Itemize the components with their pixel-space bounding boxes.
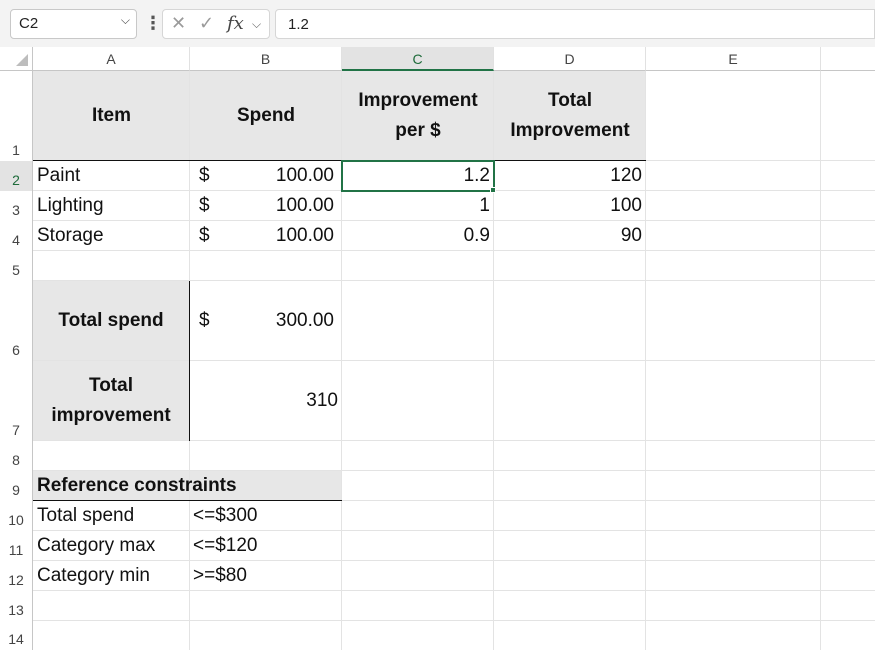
- spend-paint[interactable]: 100.00: [190, 165, 334, 187]
- total-storage[interactable]: 90: [494, 225, 642, 247]
- more-options-icon[interactable]: ⋮: [144, 13, 162, 34]
- selected-cell-outline[interactable]: [341, 160, 495, 192]
- select-all-corner[interactable]: [0, 47, 33, 71]
- improvement-per-storage[interactable]: 0.9: [342, 225, 490, 247]
- row-header-12[interactable]: 12: [0, 561, 33, 591]
- constraint-value[interactable]: >=$80: [193, 565, 247, 587]
- constraints-title[interactable]: Reference constraints: [37, 475, 237, 497]
- name-box[interactable]: C2 ⌵: [10, 9, 137, 39]
- fill-handle[interactable]: [490, 187, 496, 193]
- gridline: [33, 560, 875, 561]
- header-item[interactable]: Item: [33, 71, 190, 161]
- constraint-value[interactable]: <=$120: [193, 535, 257, 557]
- summary-border: [189, 281, 190, 441]
- spend-lighting[interactable]: 100.00: [190, 195, 334, 217]
- row-header-3[interactable]: 3: [0, 191, 33, 221]
- chevron-down-icon[interactable]: ⌵: [121, 13, 130, 28]
- row-header-13[interactable]: 13: [0, 591, 33, 621]
- function-icon[interactable]: fx: [227, 13, 244, 34]
- formula-buttons: ✕ ✓ fx ⌵: [162, 9, 270, 39]
- gridline: [33, 470, 875, 471]
- row-header-7[interactable]: 7: [0, 361, 33, 441]
- row-header-14[interactable]: 14: [0, 621, 33, 650]
- row-header-8[interactable]: 8: [0, 441, 33, 471]
- column-header-e[interactable]: E: [646, 47, 821, 71]
- row-header-6[interactable]: 6: [0, 281, 33, 361]
- header-total-improvement[interactable]: Total Improvement: [497, 71, 643, 161]
- chevron-down-icon[interactable]: ⌵: [252, 17, 261, 32]
- gridline: [33, 530, 875, 531]
- row-header-1[interactable]: 1: [0, 71, 33, 161]
- column-header-b[interactable]: B: [190, 47, 342, 71]
- constraint-label[interactable]: Total spend: [37, 505, 134, 527]
- column-header-a[interactable]: A: [33, 47, 190, 71]
- header-improvement-per[interactable]: Improvement per $: [345, 71, 491, 161]
- total-lighting[interactable]: 100: [494, 195, 642, 217]
- constraints-border: [33, 500, 342, 501]
- row-header-10[interactable]: 10: [0, 501, 33, 531]
- item-name-paint[interactable]: Paint: [37, 165, 80, 187]
- gridline: [33, 620, 875, 621]
- gridline: [33, 590, 875, 591]
- row-header-11[interactable]: 11: [0, 531, 33, 561]
- row-header-4[interactable]: 4: [0, 221, 33, 251]
- gridline: [33, 250, 875, 251]
- constraint-label[interactable]: Category min: [37, 565, 150, 587]
- column-header-f[interactable]: [821, 47, 875, 71]
- enter-icon[interactable]: ✓: [199, 13, 214, 34]
- row-header-9[interactable]: 9: [0, 471, 33, 501]
- header-spend[interactable]: Spend: [190, 71, 342, 161]
- column-header-c[interactable]: C: [342, 47, 494, 71]
- item-name-lighting[interactable]: Lighting: [37, 195, 104, 217]
- gridline: [33, 220, 875, 221]
- total-spend-value[interactable]: 300.00: [190, 310, 334, 332]
- total-improvement-label[interactable]: Total improvement: [33, 361, 189, 441]
- item-name-storage[interactable]: Storage: [37, 225, 104, 247]
- cancel-icon[interactable]: ✕: [171, 13, 186, 34]
- spend-storage[interactable]: 100.00: [190, 225, 334, 247]
- column-header-d[interactable]: D: [494, 47, 646, 71]
- name-box-value: C2: [19, 15, 39, 32]
- total-improvement-value[interactable]: 310: [190, 390, 338, 412]
- total-spend-label[interactable]: Total spend: [33, 281, 189, 361]
- constraint-label[interactable]: Category max: [37, 535, 155, 557]
- total-paint[interactable]: 120: [494, 165, 642, 187]
- row-header-2[interactable]: 2: [0, 161, 33, 191]
- formula-input[interactable]: 1.2: [275, 9, 875, 39]
- improvement-per-lighting[interactable]: 1: [342, 195, 490, 217]
- row-header-5[interactable]: 5: [0, 251, 33, 281]
- constraint-value[interactable]: <=$300: [193, 505, 257, 527]
